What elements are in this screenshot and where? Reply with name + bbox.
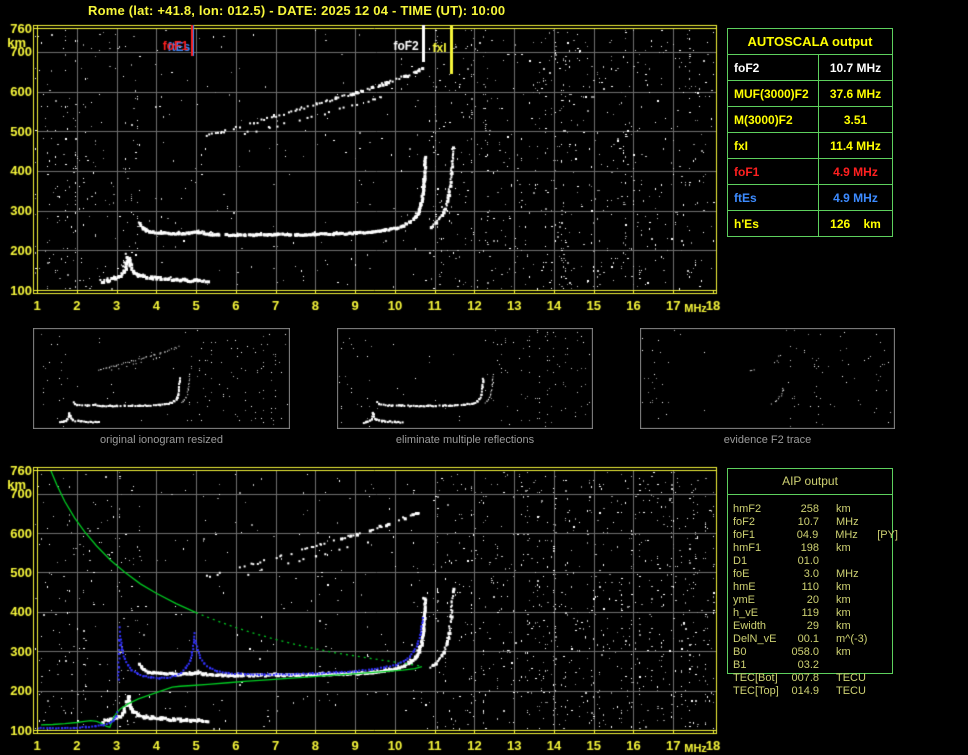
aip-label: hmF2 bbox=[733, 503, 762, 515]
aip-label: hmE bbox=[733, 581, 756, 593]
aip-value: 04.9 bbox=[796, 529, 819, 541]
aip-unit: km bbox=[836, 646, 851, 658]
aip-unit: km bbox=[836, 581, 851, 593]
aip-unit: km bbox=[836, 542, 851, 554]
aip-row: hmE 110 km bbox=[733, 581, 898, 594]
aip-unit bbox=[836, 659, 870, 672]
aip-value: 20 bbox=[806, 594, 819, 606]
autoscala-row-label: MUF(3000)F2 bbox=[728, 81, 819, 106]
aip-unit: TECU bbox=[836, 685, 866, 697]
autoscala-row-value: 3.51 bbox=[843, 112, 868, 127]
aip-label: hmF1 bbox=[733, 542, 762, 554]
aip-label: TEC[Top] bbox=[733, 685, 779, 697]
aip-value: 03.2 bbox=[797, 659, 819, 671]
thumbnail-caption-f2: evidence F2 trace bbox=[723, 434, 812, 446]
aip-value: 10.7 bbox=[797, 516, 819, 528]
aip-label: DelN_vE bbox=[733, 633, 777, 645]
aip-row: ymE 20 km bbox=[733, 594, 898, 607]
aip-label: foF1 bbox=[733, 529, 756, 541]
aip-value: 258 bbox=[800, 503, 819, 515]
autoscala-row-value: 126 km bbox=[830, 216, 881, 231]
autoscala-row: foF2 10.7 MHz bbox=[728, 55, 892, 81]
aip-row: foF2 10.7 MHz bbox=[733, 516, 898, 529]
thumbnail-evidence-f2-trace bbox=[640, 328, 895, 429]
aip-table-title: AIP output bbox=[728, 469, 892, 495]
aip-label: Ewidth bbox=[733, 620, 767, 632]
autoscala-row-label: h'Es bbox=[728, 211, 819, 236]
autoscala-row: fxI 11.4 MHz bbox=[728, 133, 892, 159]
aip-row: hmF1 198 km bbox=[733, 542, 898, 555]
aip-value: 058.0 bbox=[791, 646, 819, 658]
aip-unit: km bbox=[836, 503, 851, 515]
autoscala-row-label: ftEs bbox=[728, 185, 819, 210]
aip-rows: hmF2 258 km foF2 10.7 MHz foF1 04.9 MHz [PY] hmF1 1… bbox=[733, 503, 898, 698]
aip-value: 01.0 bbox=[797, 555, 819, 567]
aip-row: foF1 04.9 MHz [PY] bbox=[733, 529, 898, 542]
aip-unit: km bbox=[836, 607, 851, 619]
aip-row: B0 058.0 km bbox=[733, 646, 898, 659]
aip-value: 29 bbox=[806, 620, 819, 632]
autoscala-row: ftEs 4.9 MHz bbox=[728, 185, 892, 211]
aip-unit: MHz bbox=[836, 568, 859, 580]
autoscala-row-value: 4.9 MHz bbox=[833, 164, 878, 179]
aip-row: B1 03.2 bbox=[733, 659, 898, 672]
autoscala-row: M(3000)F2 3.51 bbox=[728, 107, 892, 133]
autoscala-output-table: AUTOSCALA output foF2 10.7 MHz MUF(3000)F2… bbox=[727, 28, 893, 237]
aip-row: h_vE 119 km bbox=[733, 607, 898, 620]
autoscala-table-title: AUTOSCALA output bbox=[728, 29, 892, 55]
autoscala-row: foF1 4.9 MHz bbox=[728, 159, 892, 185]
aip-unit bbox=[836, 555, 870, 568]
aip-unit: MHz bbox=[835, 529, 858, 541]
aip-label: D1 bbox=[733, 555, 748, 567]
autoscala-row-label: foF2 bbox=[728, 55, 819, 80]
aip-row: hmF2 258 km bbox=[733, 503, 898, 516]
top-ionogram-plot bbox=[0, 18, 724, 318]
aip-unit: km bbox=[836, 594, 851, 606]
autoscala-row-label: M(3000)F2 bbox=[728, 107, 819, 132]
aip-unit: TECU bbox=[836, 672, 866, 684]
aip-value: 014.9 bbox=[791, 685, 819, 697]
aip-label: h_vE bbox=[733, 607, 759, 619]
aip-value: 3.0 bbox=[803, 568, 819, 580]
aip-unit: km bbox=[836, 620, 851, 632]
aip-value: 110 bbox=[801, 581, 819, 593]
page-title: Rome (lat: +41.8, lon: 012.5) - DATE: 20… bbox=[88, 3, 506, 18]
autoscala-row-value: 10.7 MHz bbox=[829, 60, 882, 75]
thumbnail-eliminate-reflections bbox=[337, 328, 593, 429]
aip-row: TEC[Top] 014.9 TECU bbox=[733, 685, 898, 698]
aip-label: ymE bbox=[733, 594, 755, 606]
autoscala-row-value: 11.4 MHz bbox=[830, 138, 881, 153]
autoscala-row-label: fxI bbox=[728, 133, 819, 158]
autoscala-row: h'Es 126 km bbox=[728, 211, 892, 236]
thumbnail-original-ionogram bbox=[33, 328, 290, 429]
aip-value: 198 bbox=[800, 542, 819, 554]
autoscala-row-value: 4.9 MHz bbox=[833, 190, 878, 205]
aip-row: TEC[Bot] 007.8 TECU bbox=[733, 672, 898, 685]
aip-value: 007.8 bbox=[791, 672, 819, 684]
aip-value: 119 bbox=[801, 607, 819, 619]
aip-row: foE 3.0 MHz bbox=[733, 568, 898, 581]
aip-label: foF2 bbox=[733, 516, 756, 528]
aip-label: B1 bbox=[733, 659, 747, 671]
aip-unit: m^(-3) bbox=[836, 633, 868, 645]
aip-row: Ewidth 29 km bbox=[733, 620, 898, 633]
autoscala-row-label: foF1 bbox=[728, 159, 819, 184]
aip-row: DelN_vE 00.1 m^(-3) bbox=[733, 633, 898, 646]
thumbnail-caption-reflections: eliminate multiple reflections bbox=[395, 434, 535, 446]
thumbnail-caption-original: original ionogram resized bbox=[100, 434, 223, 446]
aip-value: 00.1 bbox=[797, 633, 819, 645]
aip-label: TEC[Bot] bbox=[733, 672, 778, 684]
aip-label: foE bbox=[733, 568, 750, 580]
aip-label: B0 bbox=[733, 646, 747, 658]
autoscala-screen: Rome (lat: +41.8, lon: 012.5) - DATE: 20… bbox=[0, 0, 968, 755]
aip-unit: MHz bbox=[836, 516, 859, 528]
aip-extra: [PY] bbox=[877, 529, 898, 541]
aip-row: D1 01.0 bbox=[733, 555, 898, 568]
autoscala-row: MUF(3000)F2 37.6 MHz bbox=[728, 81, 892, 107]
autoscala-row-value: 37.6 MHz bbox=[829, 86, 882, 101]
bottom-ionogram-plot bbox=[0, 460, 724, 755]
